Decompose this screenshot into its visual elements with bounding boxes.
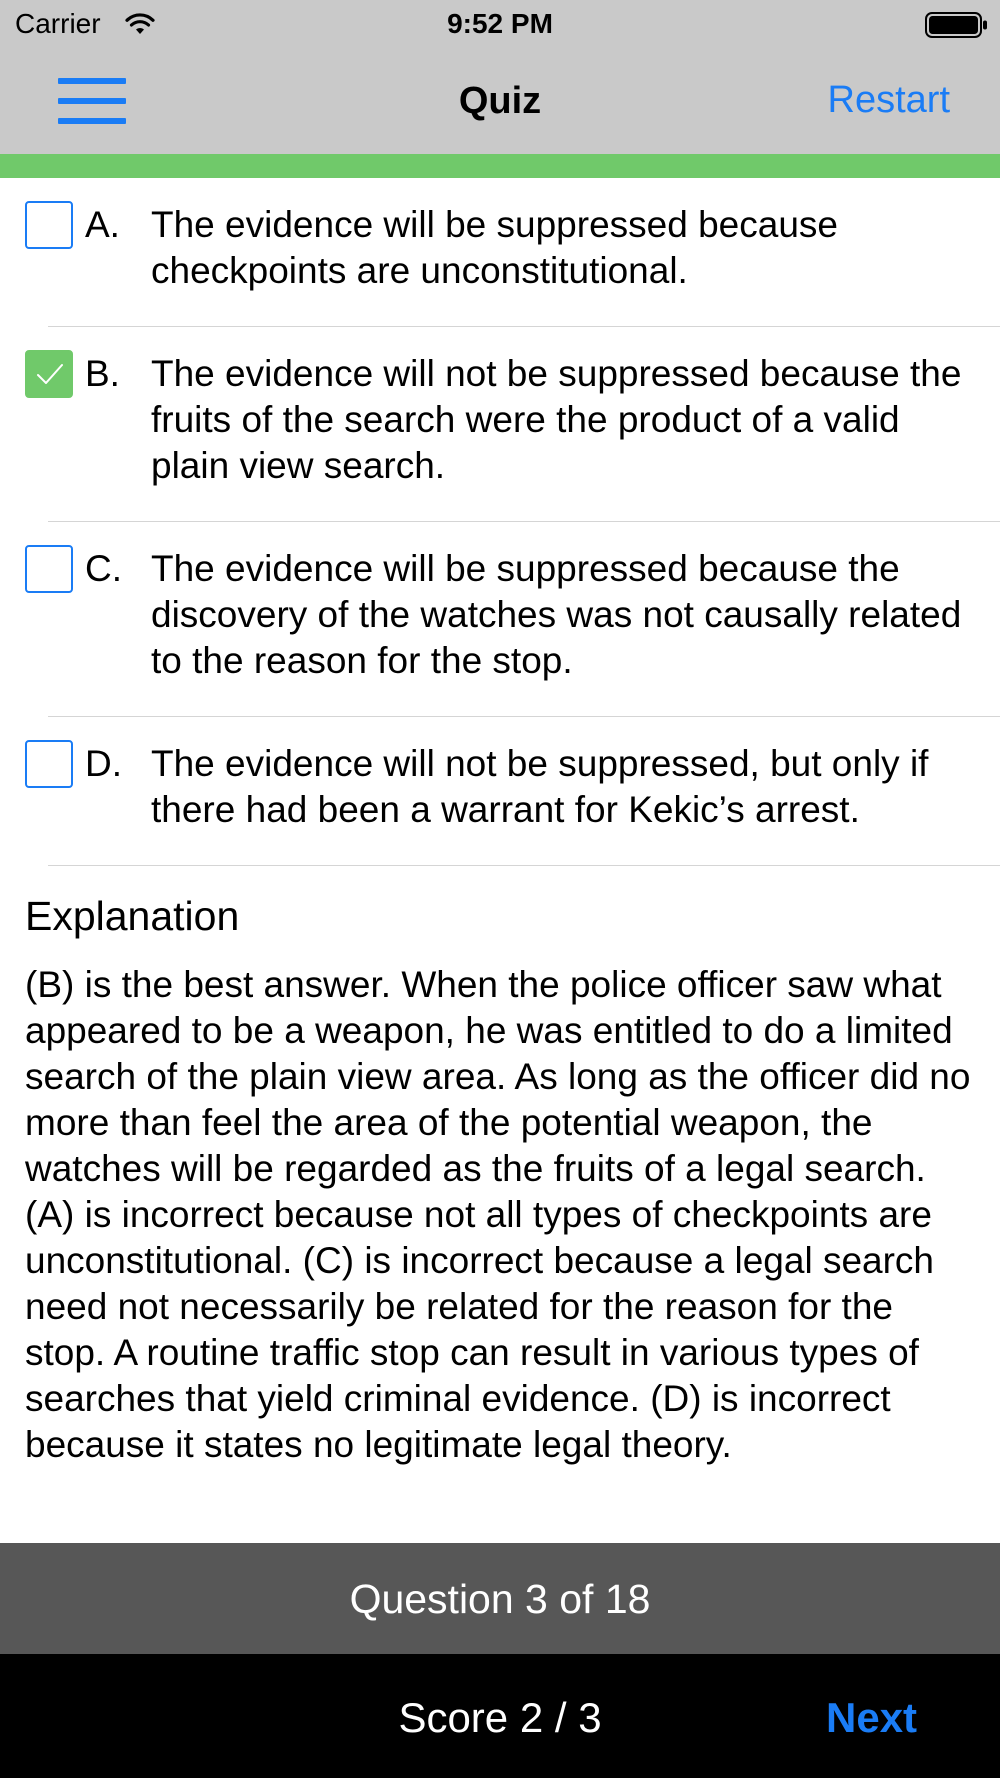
progress-bar (0, 154, 1000, 178)
battery-full-icon (925, 12, 987, 38)
answer-option-b[interactable]: B. The evidence will not be suppressed b… (0, 327, 1000, 522)
option-letter: C. (85, 548, 122, 589)
option-text: The evidence will be suppressed because … (151, 548, 962, 681)
question-counter: Question 3 of 18 (349, 1576, 651, 1622)
bottom-toolbar: Score 2 / 3 Next (0, 1654, 1000, 1778)
answer-option-a[interactable]: A. The evidence will be suppressed becau… (0, 178, 1000, 327)
status-bar: Carrier 9:52 PM (0, 0, 1000, 50)
question-counter-bar: Question 3 of 18 (0, 1543, 1000, 1654)
explanation-text: (B) is the best answer. When the police … (25, 964, 971, 1465)
restart-button[interactable]: Restart (828, 79, 950, 122)
navigation-bar: Quiz Restart (0, 50, 1000, 154)
explanation-heading: Explanation (25, 893, 240, 939)
option-letter: D. (85, 743, 122, 784)
answer-option-c[interactable]: C. The evidence will be suppressed becau… (0, 522, 1000, 717)
option-text: The evidence will not be suppressed beca… (151, 353, 962, 486)
checkbox-d[interactable] (25, 740, 73, 788)
status-time: 9:52 PM (447, 8, 553, 39)
checkbox-a[interactable] (25, 201, 73, 249)
option-letter: B. (85, 353, 120, 394)
option-text: The evidence will not be suppressed, but… (151, 743, 929, 830)
next-button[interactable]: Next (826, 1694, 917, 1742)
divider (48, 864, 1000, 866)
option-letter: A. (85, 204, 120, 245)
checkbox-b[interactable] (25, 350, 73, 398)
answer-option-d[interactable]: D. The evidence will not be suppressed, … (0, 717, 1000, 866)
answer-options: A. The evidence will be suppressed becau… (0, 178, 1000, 866)
checkbox-c[interactable] (25, 545, 73, 593)
progress-fill (0, 154, 1000, 178)
checkmark-icon (37, 364, 63, 384)
option-text: The evidence will be suppressed because … (151, 204, 838, 291)
